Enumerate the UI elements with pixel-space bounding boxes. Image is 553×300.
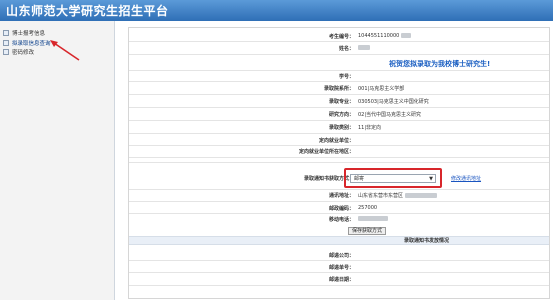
sidebar-item-label: 拟录取信息查询 bbox=[12, 40, 51, 47]
exam-no-value: 1044551110000 bbox=[358, 33, 400, 39]
mail-company-label: 邮递公司： bbox=[328, 253, 354, 259]
major-label: 录取专业： bbox=[328, 99, 354, 105]
name-label: 姓名： bbox=[338, 46, 354, 52]
mail-status-header: 录取通知书发放情况 bbox=[129, 236, 549, 245]
sidebar-item-admission-query[interactable]: 拟录取信息查询 bbox=[3, 38, 51, 47]
exam-no-label: 考生编号： bbox=[328, 34, 354, 40]
app-title: 山东师范大学研究生招生平台 bbox=[6, 4, 169, 18]
document-icon bbox=[3, 39, 9, 46]
notice-method-select[interactable]: 邮寄 ▼ bbox=[350, 174, 436, 183]
redacted-block bbox=[358, 216, 388, 221]
redacted-block bbox=[400, 33, 411, 38]
category-value: 11|非定向 bbox=[358, 125, 382, 131]
notice-method-selected: 邮寄 bbox=[354, 176, 365, 182]
phone-label: 移动电话： bbox=[328, 217, 354, 223]
sidebar-item-label: 博士报考信息 bbox=[12, 30, 46, 37]
mail-date-label: 邮递日期： bbox=[328, 277, 354, 283]
address-label: 通讯地址： bbox=[328, 193, 354, 199]
sidebar: 博士报考信息 拟录取信息查询 密码修改 bbox=[0, 21, 115, 300]
sidebar-item-phd-info[interactable]: 博士报考信息 bbox=[3, 28, 45, 37]
postcode-label: 邮政编码： bbox=[328, 206, 354, 212]
postcode-value: 257000 bbox=[358, 205, 378, 211]
redacted-block bbox=[358, 45, 370, 50]
department-label: 录取院系所： bbox=[323, 86, 354, 92]
save-method-button[interactable]: 保存获取方式 bbox=[348, 227, 386, 235]
mail-no-label: 邮递单号： bbox=[328, 265, 354, 271]
modify-address-link[interactable]: 修改通讯地址 bbox=[451, 175, 481, 182]
direction-value: 02|当代中国马克思主义研究 bbox=[358, 112, 422, 118]
chevron-down-icon: ▼ bbox=[429, 176, 433, 182]
employer-label: 定向就业单位： bbox=[318, 138, 354, 144]
employer-location-label: 定向就业单位所在地区： bbox=[298, 149, 354, 155]
student-id-label: 学号： bbox=[338, 74, 354, 80]
document-icon bbox=[3, 29, 9, 36]
lock-icon bbox=[3, 48, 9, 55]
sidebar-item-label: 密码修改 bbox=[12, 49, 35, 56]
direction-label: 研究方向： bbox=[328, 112, 354, 118]
redacted-block bbox=[404, 193, 437, 198]
major-value: 030503|马克思主义中国化研究 bbox=[358, 99, 429, 105]
department-value: 001|马克思主义学部 bbox=[358, 86, 405, 92]
sidebar-item-password[interactable]: 密码修改 bbox=[3, 47, 34, 56]
congrats-message: 祝贺您拟录取为我校博士研究生! bbox=[389, 60, 491, 68]
admission-info-panel: 考生编号： 1044551110000 姓名： 祝贺您拟录取为我校博士研究生! … bbox=[128, 27, 550, 299]
app-header: 山东师范大学研究生招生平台 bbox=[0, 0, 553, 21]
address-value: 山东省东营市东营区 bbox=[358, 193, 404, 199]
category-label: 录取类别： bbox=[328, 125, 354, 131]
